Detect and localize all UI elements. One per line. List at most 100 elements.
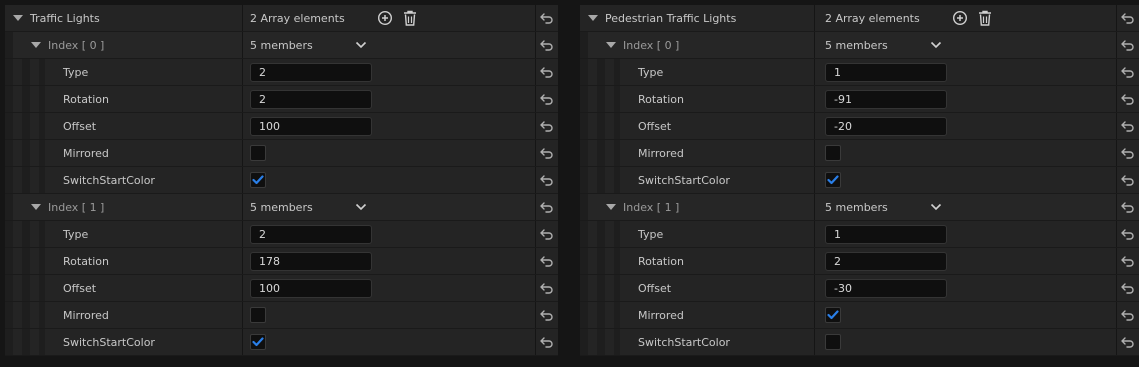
reset-to-default-icon[interactable] xyxy=(1116,86,1139,112)
reset-to-default-icon[interactable] xyxy=(535,140,558,166)
reset-to-default-icon[interactable] xyxy=(1116,329,1139,355)
reset-to-default-icon[interactable] xyxy=(535,113,558,139)
indent-guide xyxy=(597,140,605,166)
members-dropdown[interactable]: 5 members xyxy=(825,194,942,220)
indent-guide xyxy=(597,59,605,85)
indent-guide xyxy=(22,221,30,247)
reset-to-default-icon[interactable] xyxy=(1116,275,1139,301)
members-dropdown[interactable]: 5 members xyxy=(825,32,942,58)
reset-to-default-icon[interactable] xyxy=(1116,113,1139,139)
reset-to-default-icon[interactable] xyxy=(535,329,558,355)
reset-to-default-icon[interactable] xyxy=(1116,248,1139,274)
rotation-input[interactable]: 178 xyxy=(250,251,372,271)
reset-to-default-icon[interactable] xyxy=(1116,32,1139,58)
expand-triangle-icon[interactable] xyxy=(606,42,616,48)
reset-to-default-icon[interactable] xyxy=(535,86,558,112)
reset-to-default-icon[interactable] xyxy=(535,5,558,31)
type-input[interactable]: 2 xyxy=(250,224,372,244)
property-label: Type xyxy=(63,65,89,79)
reset-to-default-icon[interactable] xyxy=(535,194,558,220)
reset-to-default-icon[interactable] xyxy=(1116,302,1139,328)
property-label: Type xyxy=(638,65,664,79)
rotation-input[interactable]: -91 xyxy=(825,89,947,109)
array-element-count: 2 Array elements xyxy=(825,11,920,25)
indent-guide xyxy=(5,167,13,193)
offset-input[interactable]: 100 xyxy=(250,116,372,136)
reset-to-default-icon[interactable] xyxy=(535,221,558,247)
indent-guide xyxy=(22,248,30,274)
indent-guide xyxy=(597,329,605,355)
indent-guide xyxy=(5,59,13,85)
plus-circle-icon[interactable] xyxy=(952,10,968,26)
column-divider xyxy=(814,221,815,247)
reset-to-default-icon[interactable] xyxy=(535,248,558,274)
property-row-offset: Offset 100 xyxy=(5,113,558,140)
trash-icon[interactable] xyxy=(978,10,992,26)
mirrored-checkbox[interactable] xyxy=(250,145,266,161)
chevron-down-icon[interactable] xyxy=(355,203,367,211)
reset-to-default-icon[interactable] xyxy=(535,167,558,193)
reset-to-default-icon[interactable] xyxy=(1116,221,1139,247)
property-row-mirrored: Mirrored xyxy=(5,302,558,329)
rotation-input[interactable]: 2 xyxy=(825,251,947,271)
switch-start-color-checkbox[interactable] xyxy=(825,172,841,188)
column-divider xyxy=(814,302,815,328)
indent-guide xyxy=(597,86,605,112)
property-row-rotation: Rotation 2 xyxy=(580,248,1139,275)
indent-guide xyxy=(580,140,588,166)
reset-to-default-icon[interactable] xyxy=(1116,140,1139,166)
indent-guide xyxy=(39,302,45,328)
column-divider xyxy=(242,59,243,85)
indent-guide xyxy=(22,59,30,85)
indent-guide xyxy=(580,302,588,328)
switch-start-color-checkbox[interactable] xyxy=(825,334,841,350)
mirrored-checkbox[interactable] xyxy=(825,307,841,323)
array-header-row: Pedestrian Traffic Lights 2 Array element… xyxy=(580,5,1139,32)
reset-to-default-icon[interactable] xyxy=(535,275,558,301)
indent-guide xyxy=(614,275,620,301)
reset-to-default-icon[interactable] xyxy=(535,32,558,58)
offset-input[interactable]: 100 xyxy=(250,278,372,298)
column-divider xyxy=(242,248,243,274)
property-row-mirrored: Mirrored xyxy=(5,140,558,167)
type-input[interactable]: 1 xyxy=(825,224,947,244)
chevron-down-icon[interactable] xyxy=(930,203,942,211)
expand-triangle-icon[interactable] xyxy=(606,204,616,210)
type-input[interactable]: 2 xyxy=(250,62,372,82)
mirrored-checkbox[interactable] xyxy=(825,145,841,161)
mirrored-checkbox[interactable] xyxy=(250,307,266,323)
chevron-down-icon[interactable] xyxy=(355,41,367,49)
offset-input[interactable]: -30 xyxy=(825,278,947,298)
indent-guide xyxy=(597,248,605,274)
column-divider xyxy=(242,32,243,58)
expand-triangle-icon[interactable] xyxy=(13,15,23,21)
column-divider xyxy=(814,140,815,166)
switch-start-color-checkbox[interactable] xyxy=(250,172,266,188)
reset-to-default-icon[interactable] xyxy=(535,302,558,328)
reset-to-default-icon[interactable] xyxy=(1116,5,1139,31)
expand-triangle-icon[interactable] xyxy=(31,42,41,48)
indent-guide xyxy=(597,275,605,301)
expand-triangle-icon[interactable] xyxy=(31,204,41,210)
plus-circle-icon[interactable] xyxy=(377,10,393,26)
members-dropdown[interactable]: 5 members xyxy=(250,32,367,58)
members-dropdown[interactable]: 5 members xyxy=(250,194,367,220)
reset-to-default-icon[interactable] xyxy=(1116,194,1139,220)
indent-guide xyxy=(22,140,30,166)
trash-icon[interactable] xyxy=(403,10,417,26)
members-summary: 5 members xyxy=(825,38,888,52)
reset-to-default-icon[interactable] xyxy=(535,59,558,85)
traffic-lights-panel: Traffic Lights 2 Array elements Index [ 0 … xyxy=(5,5,558,356)
reset-to-default-icon[interactable] xyxy=(1116,59,1139,85)
property-label: SwitchStartColor xyxy=(638,335,730,349)
offset-input[interactable]: -20 xyxy=(825,116,947,136)
indent-guide xyxy=(614,248,620,274)
indent-guide xyxy=(614,221,620,247)
type-input[interactable]: 1 xyxy=(825,62,947,82)
switch-start-color-checkbox[interactable] xyxy=(250,334,266,350)
members-summary: 5 members xyxy=(250,38,313,52)
expand-triangle-icon[interactable] xyxy=(588,15,598,21)
chevron-down-icon[interactable] xyxy=(930,41,942,49)
rotation-input[interactable]: 2 xyxy=(250,89,372,109)
reset-to-default-icon[interactable] xyxy=(1116,167,1139,193)
